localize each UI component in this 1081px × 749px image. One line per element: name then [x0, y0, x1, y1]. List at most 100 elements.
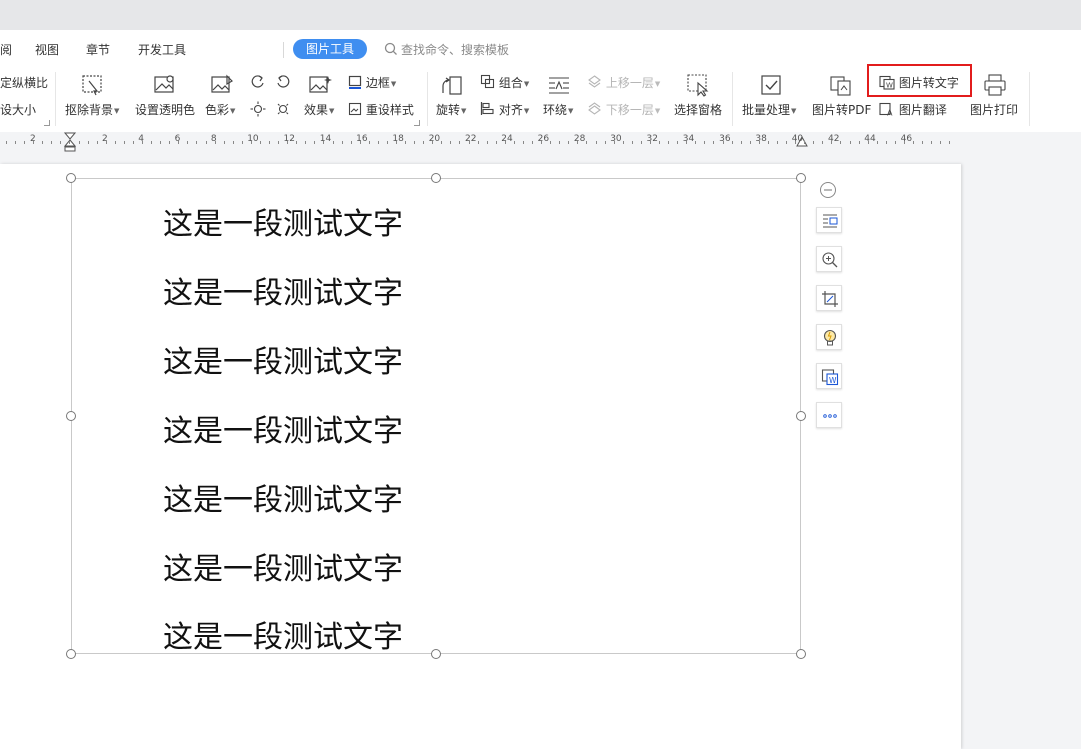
- ruler-tick: [541, 141, 542, 144]
- group-expand-icon[interactable]: [414, 120, 420, 126]
- rotate-left-icon[interactable]: [250, 74, 266, 90]
- move-down-button[interactable]: 下移一层▼: [587, 101, 660, 118]
- picture-to-text-side-button[interactable]: W: [816, 363, 842, 389]
- resize-handle-top-left[interactable]: [66, 173, 76, 183]
- ruler-tick: [287, 141, 288, 144]
- chevron-down-icon: ▼: [461, 107, 467, 115]
- command-search[interactable]: 查找命令、搜索模板: [384, 40, 509, 58]
- wrap-button[interactable]: 环绕▼: [543, 101, 573, 118]
- ruler-tick: [940, 141, 941, 144]
- group-expand-icon[interactable]: [44, 120, 50, 126]
- ruler-tick: [949, 141, 950, 144]
- batch-process-button[interactable]: 批量处理▼: [742, 101, 796, 118]
- ruler-tick: [387, 141, 388, 144]
- group-label: 组合: [498, 76, 523, 90]
- resize-handle-top-right[interactable]: [796, 173, 806, 183]
- brightness-up-icon[interactable]: [250, 101, 266, 117]
- ruler-label: 10: [247, 134, 259, 144]
- ruler-tick: [623, 141, 624, 144]
- menu-developer[interactable]: 开发工具: [138, 41, 186, 58]
- ruler-tick: [895, 141, 896, 144]
- lock-ratio-button[interactable]: 定纵横比: [0, 74, 48, 91]
- menu-chapter[interactable]: 章节: [86, 41, 110, 58]
- menu-view[interactable]: 视图: [35, 41, 59, 58]
- brightness-down-icon[interactable]: [275, 101, 291, 117]
- resize-handle-bottom-right[interactable]: [796, 649, 806, 659]
- crop-button[interactable]: [816, 285, 842, 311]
- picture-to-pdf-button[interactable]: 图片转PDF: [812, 101, 871, 118]
- reset-style-label: 重设样式: [365, 103, 414, 117]
- ruler-tick: [478, 141, 479, 144]
- picture-print-button[interactable]: 图片打印: [970, 101, 1018, 118]
- align-button[interactable]: 对齐▼: [480, 101, 529, 118]
- ruler-tick: [151, 141, 152, 144]
- resize-handle-right[interactable]: [796, 411, 806, 421]
- ruler-tick: [804, 141, 805, 144]
- rotate-button[interactable]: 旋转▼: [436, 101, 466, 118]
- ruler-tick: [242, 141, 243, 144]
- ruler-tick: [768, 141, 769, 144]
- ruler-tick: [795, 141, 796, 144]
- resize-handle-top[interactable]: [431, 173, 441, 183]
- ruler-tick: [233, 141, 234, 144]
- move-up-button[interactable]: 上移一层▼: [587, 74, 660, 91]
- wrap-text-icon: [549, 77, 569, 94]
- chevron-down-icon: ▼: [654, 107, 661, 115]
- collapse-toolbar-icon[interactable]: [819, 181, 837, 199]
- ruler-tick: [559, 141, 560, 144]
- more-icon: [823, 414, 837, 418]
- move-down-label: 下移一层: [605, 103, 654, 117]
- ruler-tick: [605, 141, 606, 144]
- ruler-tick: [568, 141, 569, 144]
- ribbon-separator: [1029, 72, 1030, 126]
- resize-handle-bottom-left[interactable]: [66, 649, 76, 659]
- chevron-down-icon: ▼: [329, 107, 335, 115]
- layout-options-button[interactable]: [816, 207, 842, 233]
- ruler-tick: [224, 141, 225, 144]
- smart-tools-button[interactable]: [816, 324, 842, 350]
- picture-translate-button[interactable]: A 图片翻译: [879, 101, 947, 118]
- ruler-tick: [496, 141, 497, 144]
- remove-background-button[interactable]: 抠除背景▼: [65, 101, 119, 118]
- reset-style-button[interactable]: 重设样式: [348, 101, 414, 118]
- selection-pane-button[interactable]: 选择窗格: [674, 101, 722, 118]
- first-line-indent-marker[interactable]: [64, 132, 76, 152]
- ruler-tick: [859, 141, 860, 144]
- picture-to-pdf-icon: [830, 76, 851, 96]
- ruler-tick: [351, 141, 352, 144]
- ruler-tick: [432, 141, 433, 144]
- more-options-button[interactable]: [816, 402, 842, 428]
- ruler-tick: [877, 141, 878, 144]
- zoom-in-button[interactable]: [816, 246, 842, 272]
- reset-size-button[interactable]: 设大小: [0, 101, 36, 118]
- ruler-tick: [169, 141, 170, 144]
- border-button[interactable]: 边框▼: [348, 74, 396, 91]
- highlight-box: [867, 64, 972, 97]
- set-transparent-icon: [154, 75, 174, 93]
- ruler-tick: [759, 141, 760, 144]
- color-button[interactable]: 色彩▼: [205, 101, 235, 118]
- group-button[interactable]: 组合▼: [480, 74, 529, 91]
- effects-button[interactable]: 效果▼: [304, 101, 334, 118]
- ruler-tick: [550, 141, 551, 144]
- ruler-tick: [831, 141, 832, 144]
- text-line: 这是一段测试文字: [163, 345, 403, 380]
- batch-process-label: 批量处理: [742, 103, 791, 117]
- menu-review[interactable]: 阅: [0, 41, 12, 58]
- chevron-down-icon: ▼: [114, 107, 120, 115]
- ruler-tick: [441, 141, 442, 144]
- rotate-right-icon[interactable]: [275, 74, 291, 90]
- ruler-tick: [732, 141, 733, 144]
- set-transparent-button[interactable]: 设置透明色: [135, 101, 195, 118]
- ruler-tick: [278, 141, 279, 144]
- ruler-label: 36: [719, 134, 731, 144]
- menu-separator: [283, 42, 284, 58]
- ruler-tick: [133, 141, 134, 144]
- ruler-label: 22: [465, 134, 477, 144]
- ruler-tick: [450, 141, 451, 144]
- tab-picture-tools[interactable]: 图片工具: [293, 39, 367, 59]
- resize-handle-bottom[interactable]: [431, 649, 441, 659]
- resize-handle-left[interactable]: [66, 411, 76, 421]
- reset-style-icon: [348, 102, 362, 116]
- ruler-label: 38: [755, 134, 767, 144]
